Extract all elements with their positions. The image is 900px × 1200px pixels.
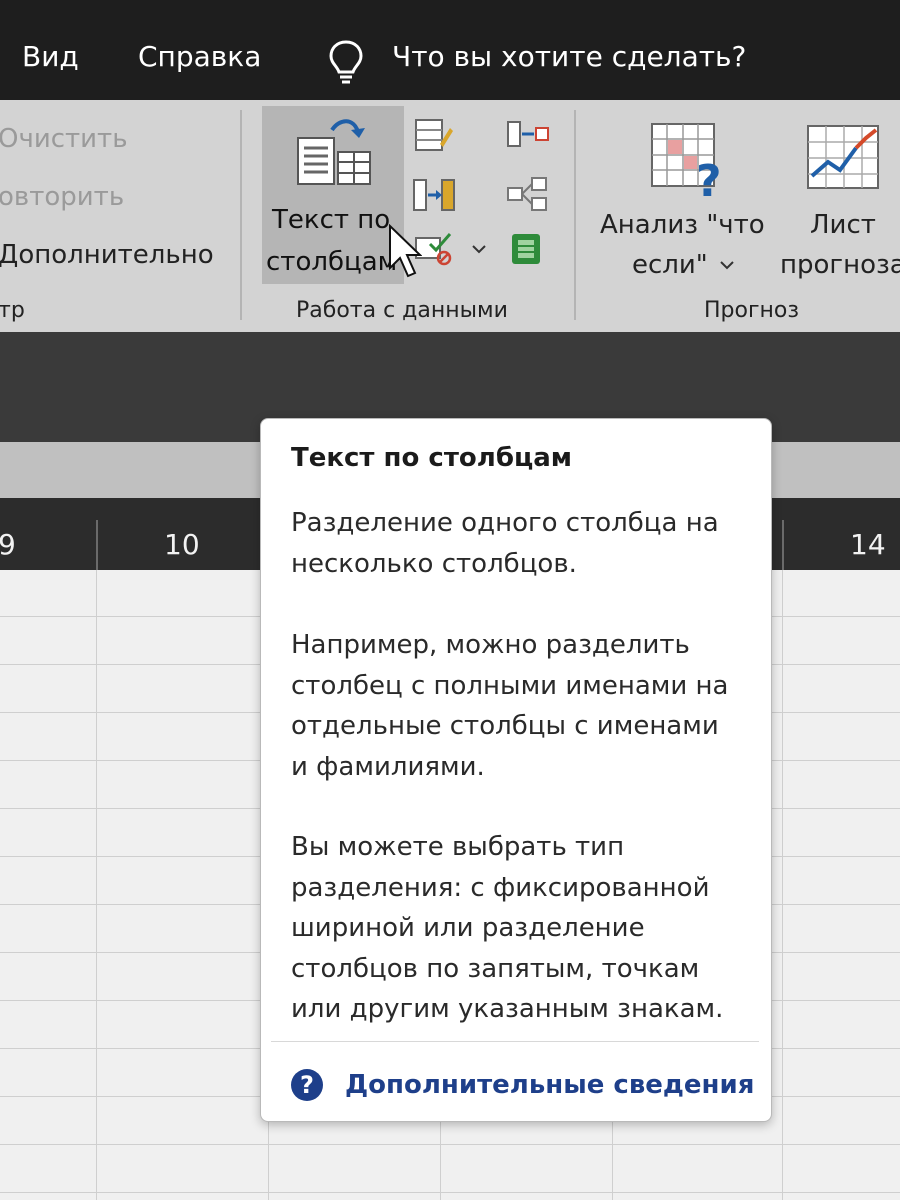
data-validation-split-icon[interactable] (412, 178, 456, 212)
chevron-down-icon[interactable] (720, 260, 734, 270)
clear-button[interactable]: Очистить (0, 124, 128, 154)
group-label-data-tools: Работа с данными (296, 298, 508, 323)
text-to-columns-icon (297, 119, 371, 185)
forecast-sheet-label-1[interactable]: Лист (810, 210, 876, 240)
what-if-analysis-icon[interactable]: ? (650, 122, 730, 200)
menu-bar: Вид Справка Что вы хотите сделать? (0, 0, 900, 100)
tell-me-search[interactable]: Что вы хотите сделать? (392, 40, 746, 73)
group-label-forecast: Прогноз (704, 298, 800, 323)
text-to-columns-label-2: столбцам (266, 247, 398, 277)
reapply-button[interactable]: овторить (0, 182, 124, 212)
lightbulb-icon[interactable] (326, 38, 366, 86)
column-header-9[interactable]: 9 (0, 528, 16, 561)
group-label-sort-filter: тр (0, 298, 25, 323)
what-if-label-2[interactable]: если" (632, 250, 708, 280)
tell-me-more-link[interactable]: Дополнительные сведения (345, 1070, 754, 1100)
tooltip-paragraph-2: Например, можно разделить столбец с полн… (291, 630, 729, 782)
tooltip-paragraph-1: Разделение одного столбца на несколько с… (291, 508, 719, 579)
forecast-sheet-label-2[interactable]: прогноза (780, 250, 900, 280)
help-icon[interactable]: ? (291, 1069, 323, 1101)
text-to-columns-tooltip: Текст по столбцам Разделение одного стол… (260, 418, 772, 1122)
svg-text:?: ? (696, 156, 722, 200)
ribbon: Очистить овторить Дополнительно тр Текст… (0, 100, 900, 332)
group-divider (240, 110, 242, 320)
tab-view[interactable]: Вид (22, 40, 79, 73)
tooltip-title: Текст по столбцам (291, 443, 573, 473)
tooltip-paragraph-3: Вы можете выбрать тип разделения: с фикс… (291, 832, 724, 1024)
tooltip-divider (271, 1041, 759, 1042)
relationships-icon[interactable] (506, 176, 550, 212)
what-if-label-1[interactable]: Анализ "что (600, 210, 765, 240)
chevron-down-icon[interactable] (472, 244, 486, 254)
manage-data-model-icon[interactable] (508, 230, 544, 268)
column-header-14[interactable]: 14 (850, 528, 886, 561)
tab-help[interactable]: Справка (138, 40, 261, 73)
column-divider (782, 520, 784, 570)
group-divider (574, 110, 576, 320)
advanced-filter-button[interactable]: Дополнительно (0, 240, 214, 270)
text-to-columns-label-1: Текст по (272, 205, 391, 235)
flash-fill-icon[interactable] (414, 118, 454, 154)
column-header-10[interactable]: 10 (164, 528, 200, 561)
forecast-sheet-icon[interactable] (806, 124, 882, 194)
column-divider (96, 520, 98, 570)
mouse-cursor-icon (389, 224, 422, 278)
remove-duplicates-icon[interactable] (506, 120, 550, 148)
